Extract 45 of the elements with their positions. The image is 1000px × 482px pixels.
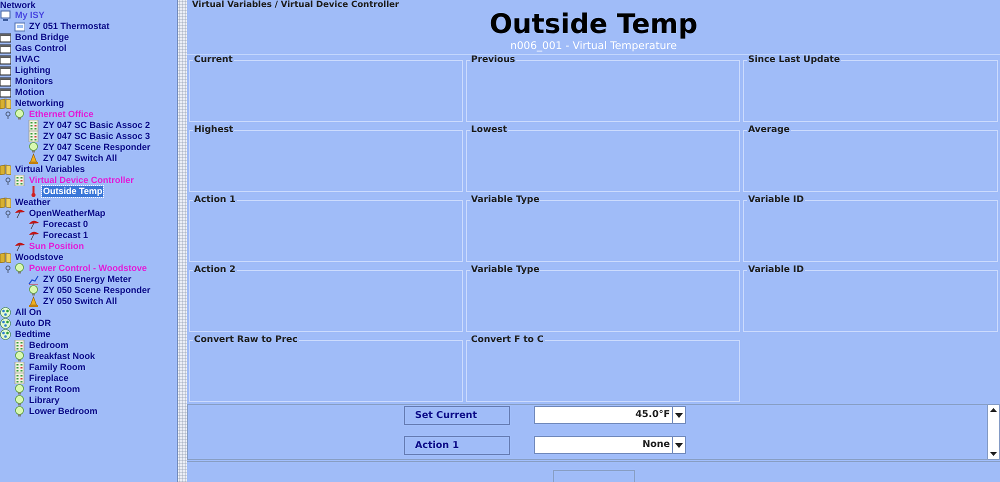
tree-item[interactable]: Family Room [28, 362, 87, 373]
tree-item[interactable]: ZY 051 Thermostat [28, 21, 110, 32]
tree-item[interactable]: Networking [14, 98, 66, 109]
device-subtitle: n006_001 - Virtual Temperature [509, 40, 678, 53]
tree-item[interactable]: ZY 047 SC Basic Assoc 2 [42, 120, 152, 131]
tree-item[interactable]: Breakfast Nook [28, 351, 96, 362]
tree-item[interactable]: Virtual Variables [14, 164, 86, 175]
tree-item[interactable]: ZY 050 Switch All [42, 296, 118, 307]
panel-label: Highest [193, 124, 234, 136]
value-dropdown[interactable]: 45.0°F [534, 406, 686, 424]
tree-item[interactable]: ZY 050 Energy Meter [42, 274, 132, 285]
tree-item[interactable]: All On [14, 307, 42, 318]
tree-item[interactable]: Front Room [28, 384, 81, 395]
tree-item[interactable]: HVAC [14, 54, 41, 65]
tree-item[interactable]: Gas Control [14, 43, 68, 54]
tree-item[interactable]: OpenWeatherMap [28, 208, 106, 219]
tree-item[interactable]: ZY 047 Scene Responder [42, 142, 152, 153]
action-button[interactable]: Action 1 [404, 436, 510, 455]
value-dropdown[interactable]: None [534, 436, 686, 454]
panel-label: Average [747, 124, 791, 136]
tree-item[interactable]: ZY 050 Scene Responder [42, 285, 152, 296]
panel-label: Variable Type [470, 194, 540, 206]
tree-item[interactable]: Bond Bridge [14, 32, 70, 43]
tree-item[interactable]: Motion [14, 87, 46, 98]
tree-item[interactable]: Bedroom [28, 340, 70, 351]
tree-root-label: Network [0, 0, 37, 10]
tree-item[interactable]: Fireplace [28, 373, 70, 384]
tree-item[interactable]: Lower Bedroom [28, 406, 99, 417]
panel-label: Variable Type [470, 264, 540, 276]
tree-item[interactable]: Forecast 1 [42, 230, 90, 241]
tree-item[interactable]: Weather [14, 197, 52, 208]
tree-item[interactable]: Auto DR [14, 318, 52, 329]
tree-item[interactable]: Bedtime [14, 329, 52, 340]
tree-item[interactable]: Woodstove [14, 252, 64, 263]
tree-item[interactable]: ZY 047 SC Basic Assoc 3 [42, 131, 152, 142]
tree-item[interactable]: Lighting [14, 65, 52, 76]
device-title: Outside Temp [488, 10, 699, 40]
panel-label: Since Last Update [747, 54, 841, 66]
tree-item[interactable]: ZY 047 Switch All [42, 153, 118, 164]
tree-item[interactable]: Outside Temp [42, 186, 104, 197]
action-button[interactable]: Set Current [404, 406, 510, 425]
tree-item[interactable]: Forecast 0 [42, 219, 90, 230]
breadcrumb: Virtual Variables / Virtual Device Controller [191, 0, 400, 10]
tree-item[interactable]: Monitors [14, 76, 54, 87]
tree-item[interactable]: Library [28, 395, 61, 406]
